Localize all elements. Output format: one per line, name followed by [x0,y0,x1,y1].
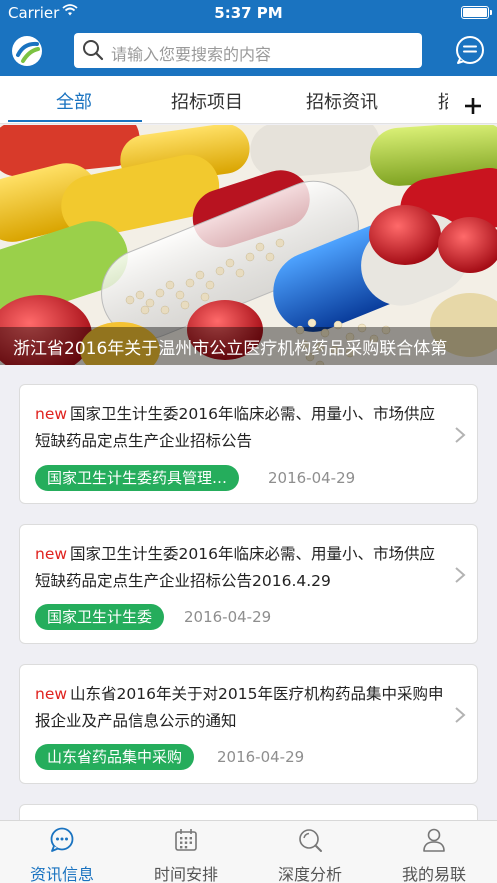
source-tag: 山东省药品集中采购 [35,744,195,770]
tab-partial[interactable]: 招 [438,88,448,114]
app-logo-icon[interactable] [11,35,43,67]
tab-bidding-projects[interactable]: 招标项目 [171,88,243,114]
news-date: 2016-04-29 [268,469,356,487]
news-title-block: new 国家卫生计生委2016年临床必需、用量小、市场供应短缺药品定点生产企业招标… [35,401,449,455]
news-title: 国家卫生计生委2016年临床必需、用量小、市场供应短缺药品定点生产企业招标公告 [35,405,435,450]
user-icon [423,828,445,852]
news-card[interactable]: new 国家卫生计生委2016年临床必需、用量小、市场供应短缺药品定点生产企业招标… [19,524,478,644]
chevron-right-icon [455,427,466,443]
tabbar-label: 资讯信息 [29,865,94,883]
news-title: 山东省2016年关于对2015年医疗机构药品集中采购申报企业及产品信息公示的通知 [35,685,444,730]
tabbar-label: 我的易联 [401,865,466,883]
calendar-icon [175,829,197,851]
new-badge: new [35,685,68,703]
news-card[interactable]: new 国家卫生计生委2016年临床必需、用量小、市场供应短缺药品定点生产企业招标… [19,384,478,504]
tabbar-item-analysis[interactable]: 深度分析 [248,821,372,883]
chevron-right-icon [455,567,466,583]
tabbar-label: 深度分析 [277,865,342,883]
search-bar[interactable]: 请输入您要搜索的内容 [74,33,422,68]
tab-all[interactable]: 全部 [56,88,92,114]
chat-bubble-icon [50,827,74,852]
search-analysis-icon [299,829,322,852]
tab-bidding-news[interactable]: 招标资讯 [306,88,378,114]
status-bar: Carrier 5:37 PM [0,0,497,26]
active-tab-indicator [8,120,142,122]
top-navigation-bar: 请输入您要搜索的内容 [0,26,497,76]
source-tag: 国家卫生计生委 [35,604,165,630]
news-date: 2016-04-29 [184,608,272,626]
banner-caption: 浙江省2016年关于温州市公立医疗机构药品采购联合体第 [0,327,497,365]
add-tab-icon[interactable] [463,96,483,116]
bottom-tab-bar: 资讯信息 时间安排 深度分析 我的易联 [0,820,497,883]
banner-carousel[interactable]: 浙江省2016年关于温州市公立医疗机构药品采购联合体第 [0,125,497,365]
category-tabs: 全部 招标项目 招标资讯 招 [0,76,497,124]
chevron-right-icon [455,707,466,723]
battery-icon [461,6,492,19]
search-icon [83,40,104,61]
tabbar-label: 时间安排 [153,865,218,883]
tabbar-item-news[interactable]: 资讯信息 [0,821,124,883]
news-title-block: new 山东省2016年关于对2015年医疗机构药品集中采购申报企业及产品信息公示… [35,681,449,735]
new-badge: new [35,405,68,423]
new-badge: new [35,545,68,563]
search-placeholder: 请输入您要搜索的内容 [111,45,272,64]
tabbar-item-profile[interactable]: 我的易联 [372,821,496,883]
news-date: 2016-04-29 [217,748,305,766]
source-tag: 国家卫生计生委药具管理… [35,465,240,491]
clock: 5:37 PM [214,4,283,22]
news-title-block: new 国家卫生计生委2016年临床必需、用量小、市场供应短缺药品定点生产企业招标… [35,541,449,595]
news-card[interactable]: new 山东省2016年关于对2015年医疗机构药品集中采购申报企业及产品信息公示… [19,664,478,784]
news-title: 国家卫生计生委2016年临床必需、用量小、市场供应短缺药品定点生产企业招标公告2… [35,545,435,590]
message-icon[interactable] [455,35,485,65]
tabbar-item-schedule[interactable]: 时间安排 [124,821,248,883]
